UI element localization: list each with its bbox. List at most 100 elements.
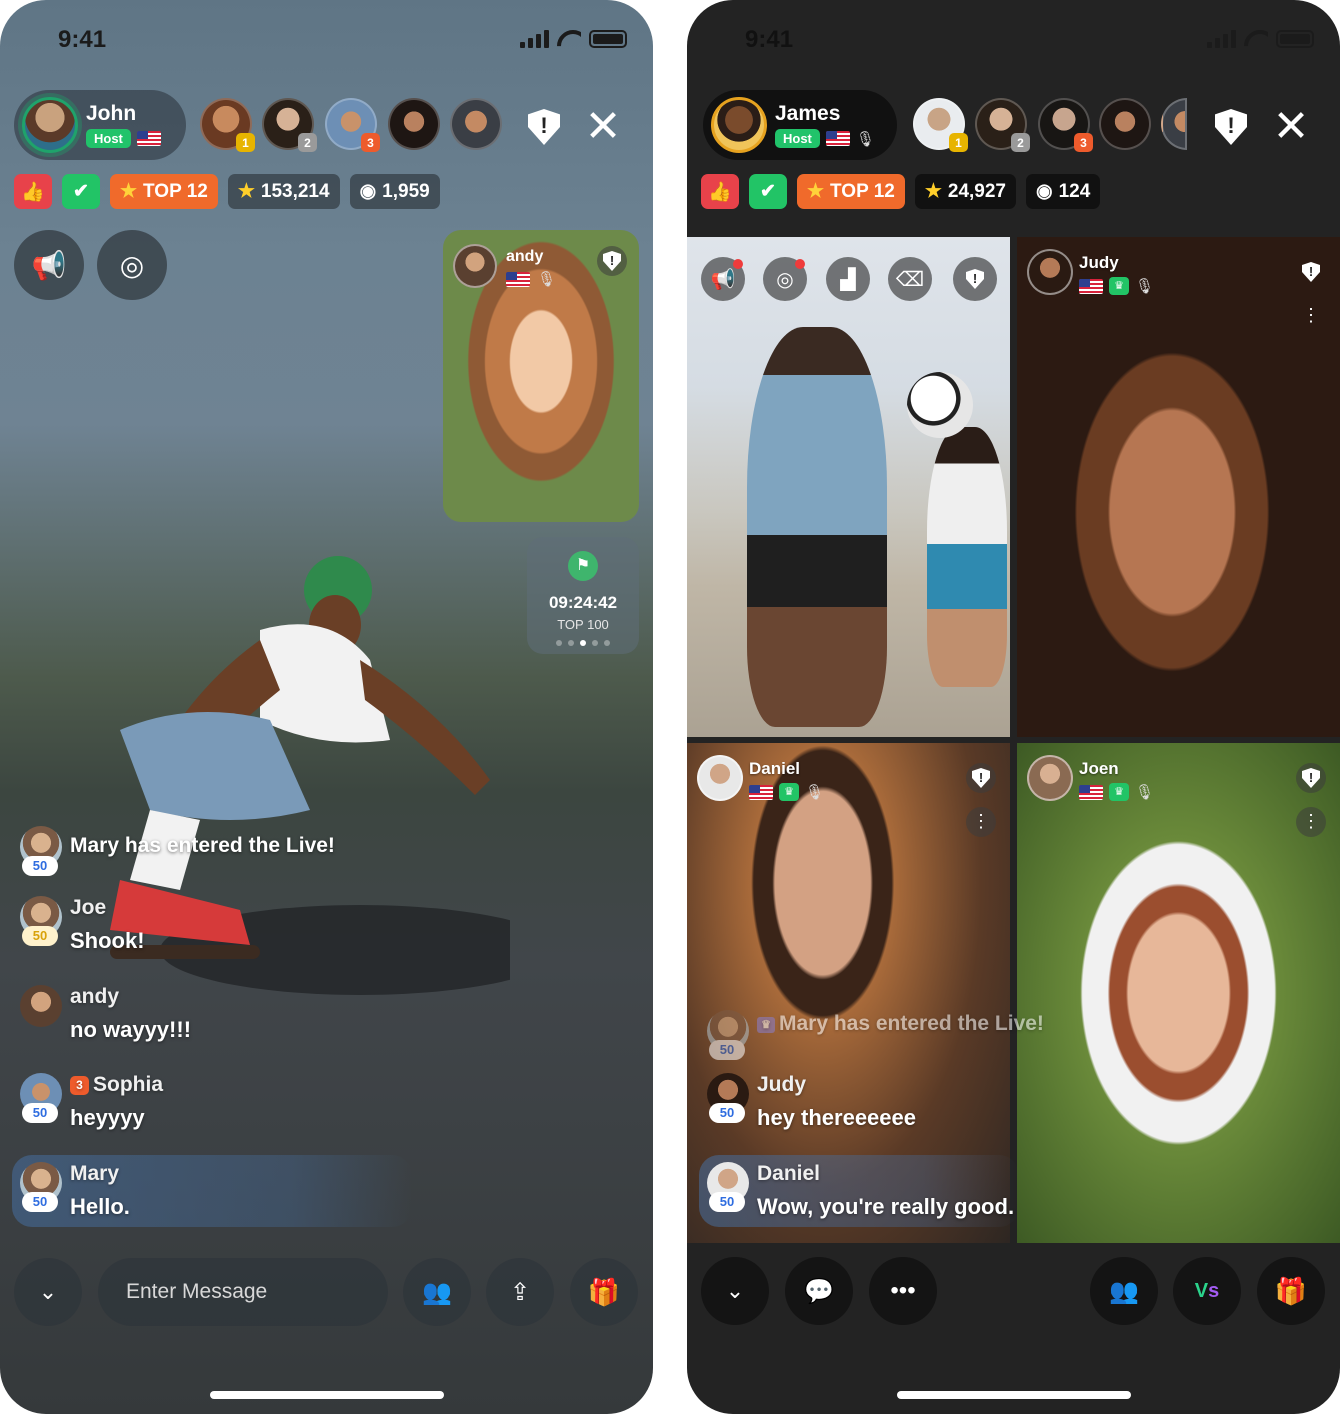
guest-avatar — [697, 755, 743, 801]
top-rank-badge[interactable]: ★ TOP 12 — [797, 174, 905, 209]
shield-icon: ! — [972, 768, 990, 788]
level-badge: 50 — [709, 1192, 745, 1212]
like-button[interactable]: 👍 — [14, 174, 52, 209]
host-name: John — [86, 102, 137, 125]
chat-message: 50 Judy hey thereeeeee — [707, 1073, 1127, 1133]
star-icon: ★ — [807, 181, 825, 202]
like-button[interactable]: 👍 — [701, 174, 739, 209]
report-guest-button[interactable]: ! — [966, 763, 996, 793]
guest-video-pip[interactable]: andy 🎙 ! — [443, 230, 639, 522]
ranking-button[interactable]: ▟ — [826, 257, 870, 301]
shield-icon: ! — [603, 251, 621, 271]
eye-icon: ◉ — [359, 181, 377, 202]
rank-badge: 3 — [361, 133, 380, 152]
chat-text: Wow, you're really good. — [757, 1194, 1015, 1219]
stars-count[interactable]: ★ 153,214 — [227, 174, 340, 209]
mic-off-icon: 🎙 — [1135, 784, 1155, 801]
viewer-count[interactable]: ◉ 1,959 — [349, 174, 440, 209]
home-indicator — [897, 1391, 1131, 1399]
guests-button[interactable]: 👥 — [1090, 1257, 1158, 1325]
host-name: James — [775, 102, 841, 125]
chat-message: 50 Mary has entered the Live! — [20, 826, 440, 878]
report-button[interactable]: ! — [521, 104, 567, 150]
versus-icon: V — [1194, 1279, 1209, 1302]
close-button[interactable]: ✕ — [580, 104, 626, 150]
timer-value: 09:24:42 — [548, 593, 618, 612]
guest-more-button[interactable]: ⋮ — [966, 807, 996, 837]
viewer-count-value: 124 — [1058, 180, 1091, 202]
live-stream-screen-multi: 9:41 James Host 🎙 1 2 3 ! ✕ 👍 ✔ ★ TOP 12 … — [687, 0, 1340, 1414]
stream-video-girl — [927, 427, 1007, 687]
top-rank-badge[interactable]: ★ TOP 12 — [110, 174, 218, 209]
host-avatar[interactable] — [22, 97, 78, 153]
viewer-avatar[interactable] — [388, 98, 440, 150]
collapse-button[interactable]: ⌄ — [701, 1257, 769, 1325]
report-guest-button[interactable]: ! — [1296, 257, 1326, 287]
status-time: 9:41 — [745, 26, 794, 53]
announcement-button[interactable]: 📢 — [14, 230, 84, 300]
viewer-avatar[interactable]: 2 — [975, 98, 1030, 152]
viewer-avatar[interactable] — [450, 98, 502, 150]
goal-button[interactable]: ◎ — [763, 257, 807, 301]
video-tile-guest[interactable]: Judy ♛ 🎙 ! ⋮ — [1017, 237, 1340, 737]
viewer-avatar[interactable] — [1099, 98, 1151, 150]
collapse-button[interactable]: ⌄ — [14, 1258, 82, 1326]
viewer-avatar[interactable] — [1161, 98, 1187, 150]
top-rank-label: TOP 12 — [143, 180, 208, 202]
announcement-button[interactable]: 📢 — [701, 257, 745, 301]
chat-text: Mary has entered the Live! — [70, 834, 335, 857]
guest-more-button[interactable]: ⋮ — [1296, 807, 1326, 837]
mic-off-icon: 🎙 — [1135, 278, 1155, 295]
close-button[interactable]: ✕ — [1268, 104, 1314, 150]
us-flag-icon — [825, 131, 850, 146]
chat-username: Judy — [757, 1073, 807, 1096]
shield-icon: ! — [528, 109, 560, 145]
gift-button[interactable]: 🎁 — [570, 1258, 638, 1326]
status-time: 9:41 — [58, 26, 107, 53]
wifi-icon — [557, 30, 581, 48]
star-icon: ★ — [120, 181, 138, 202]
stars-value: 24,927 — [947, 180, 1007, 202]
versus-icon-s: s — [1208, 1279, 1220, 1302]
more-button[interactable]: ••• — [869, 1257, 937, 1325]
share-icon: ⇪ — [509, 1278, 531, 1306]
follow-button[interactable]: ✔ — [62, 174, 100, 209]
report-button[interactable]: ! — [1208, 104, 1254, 150]
goal-button[interactable]: ◎ — [97, 230, 167, 300]
chat-button[interactable]: 💬 — [785, 1257, 853, 1325]
message-input[interactable]: Enter Message — [98, 1258, 388, 1326]
versus-button[interactable]: Vs — [1173, 1257, 1241, 1325]
follow-button[interactable]: ✔ — [749, 174, 787, 209]
report-guest-button[interactable]: ! — [597, 246, 627, 276]
level-badge: 50 — [22, 926, 58, 946]
event-timer[interactable]: ⚑ 09:24:42 TOP 100 — [527, 537, 639, 654]
viewer-avatar[interactable]: 1 — [913, 98, 968, 152]
stars-count[interactable]: ★ 24,927 — [914, 174, 1017, 209]
level-badge: 50 — [709, 1103, 745, 1123]
viewer-count[interactable]: ◉ 124 — [1026, 174, 1101, 209]
viewer-avatar[interactable]: 3 — [325, 98, 380, 152]
crown-icon: ♛ — [779, 783, 799, 801]
report-guest-button[interactable]: ! — [1296, 763, 1326, 793]
viewer-avatar[interactable]: 1 — [200, 98, 255, 152]
eraser-button[interactable]: ⌫ — [888, 257, 932, 301]
host-avatar[interactable] — [711, 97, 767, 153]
viewer-avatar[interactable]: 2 — [262, 98, 317, 152]
status-icons — [520, 30, 627, 48]
viewer-avatar[interactable]: 3 — [1038, 98, 1093, 152]
gift-button[interactable]: 🎁 — [1257, 1257, 1325, 1325]
check-icon: ✔ — [73, 181, 89, 202]
guest-more-button[interactable]: ⋮ — [1296, 301, 1326, 331]
host-pill[interactable]: John Host — [14, 90, 186, 160]
host-pill[interactable]: James Host 🎙 — [703, 90, 897, 160]
notification-dot — [733, 259, 743, 269]
more-vertical-icon: ⋮ — [1302, 305, 1320, 325]
report-tile-button[interactable]: ! — [953, 257, 997, 301]
video-tile-host[interactable]: 📢 ◎ ▟ ⌫ ! — [687, 237, 1010, 737]
guests-button[interactable]: 👥 — [403, 1258, 471, 1326]
users-icon: 👥 — [422, 1278, 452, 1306]
guest-badges: ♛ 🎙 — [1079, 277, 1154, 295]
chat-username: Daniel — [757, 1162, 821, 1185]
share-button[interactable]: ⇪ — [486, 1258, 554, 1326]
battery-icon — [1276, 30, 1314, 48]
